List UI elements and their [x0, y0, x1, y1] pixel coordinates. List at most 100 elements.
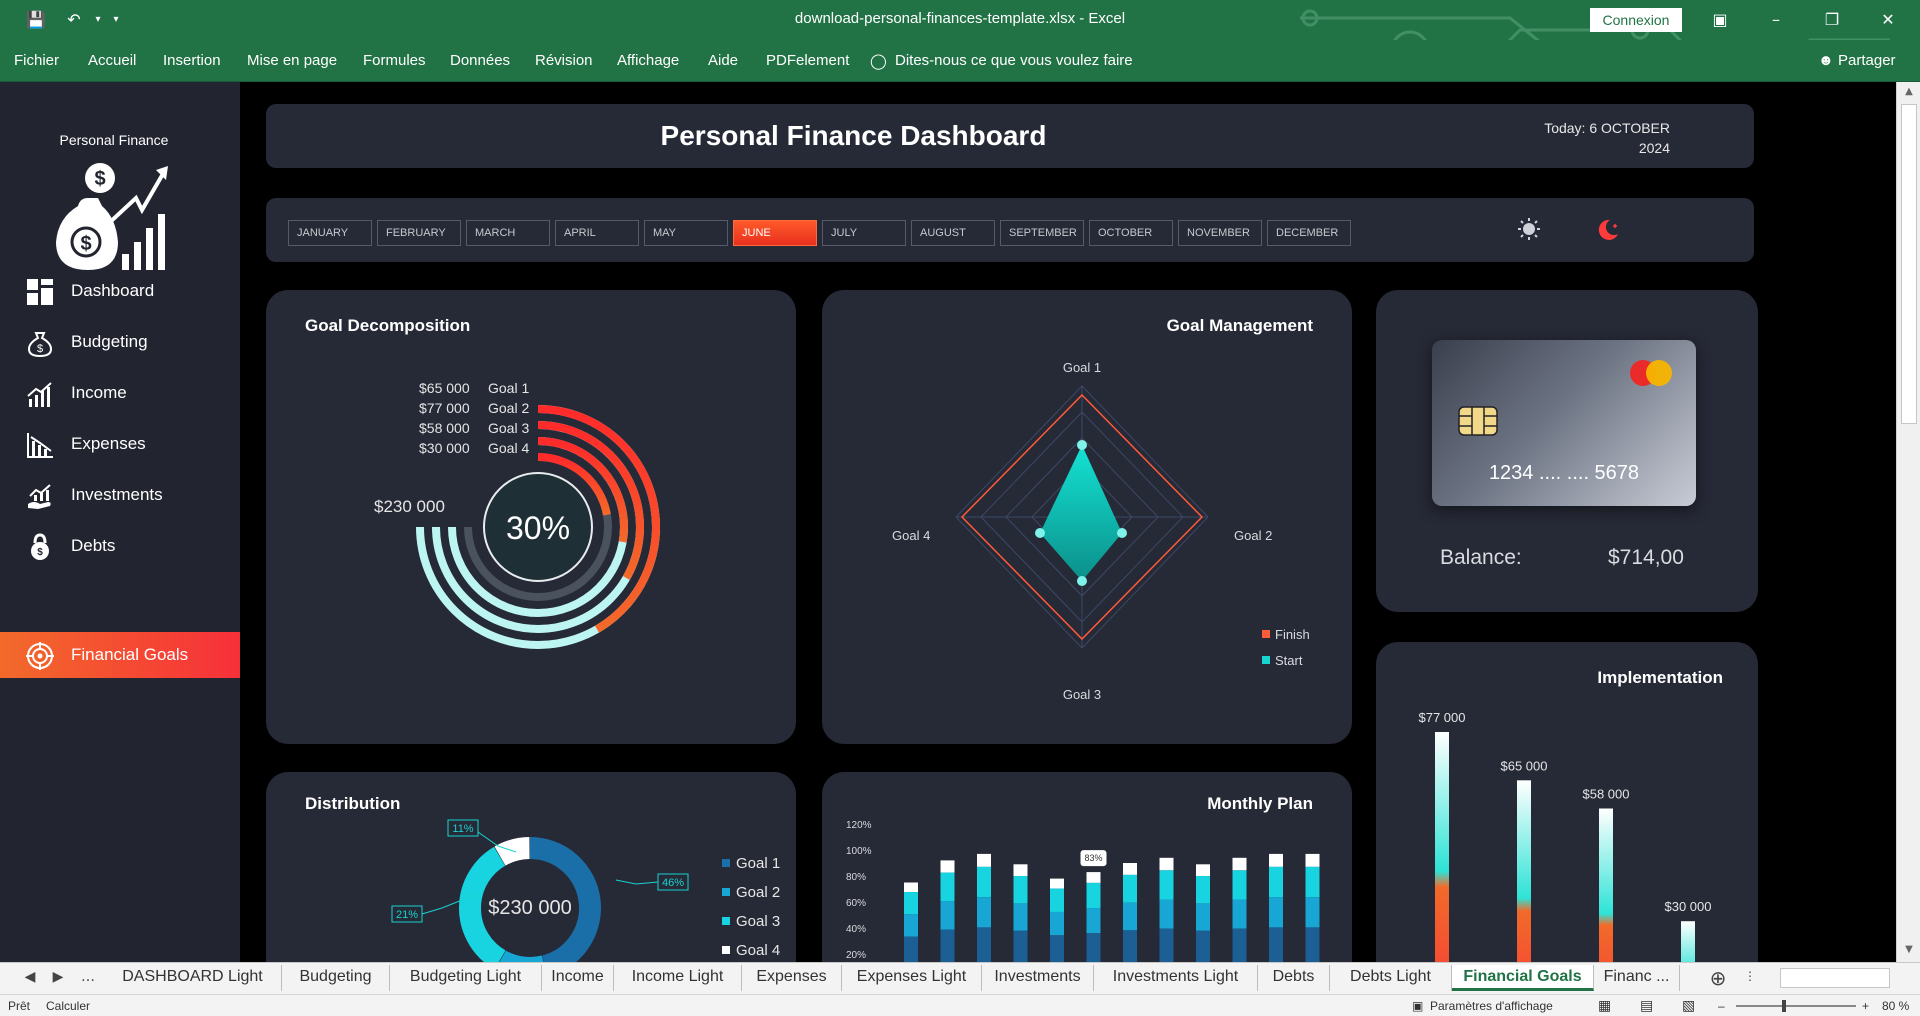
sheet-tab[interactable]: Budgeting — [282, 965, 390, 991]
tab-scroll-right-icon[interactable]: ▶ — [48, 969, 68, 985]
scroll-down-icon[interactable]: ▼ — [1901, 942, 1917, 958]
sidebar-item-financial-goals[interactable]: Financial Goals — [0, 632, 245, 678]
month-button-september[interactable]: SEPTEMBER — [1000, 220, 1084, 246]
zoom-slider[interactable] — [1736, 1000, 1856, 1012]
sidebar-item-investments[interactable]: Investments — [0, 472, 245, 518]
ribbon-tab-home[interactable]: Accueil — [88, 52, 136, 69]
tab-split-handle[interactable]: ⋮ — [1740, 969, 1760, 983]
ribbon-tab-review[interactable]: Révision — [535, 52, 593, 69]
y-tick-label: 20% — [846, 950, 866, 961]
sign-in-button[interactable]: Connexion — [1590, 8, 1682, 32]
monthly-plan-bar-segment — [1232, 899, 1247, 929]
legend-swatch-start — [1262, 656, 1270, 664]
tell-me-search[interactable]: Dites-nous ce que vous voulez faire — [895, 52, 1133, 69]
ribbon-tab-file[interactable]: Fichier — [14, 52, 59, 69]
month-button-april[interactable]: APRIL — [555, 220, 639, 246]
sheet-tab[interactable]: Income Light — [614, 965, 742, 991]
ribbon-tab-formulas[interactable]: Formules — [363, 52, 426, 69]
card-chip-icon — [1458, 406, 1498, 436]
target-icon — [26, 642, 54, 670]
month-button-october[interactable]: OCTOBER — [1089, 220, 1173, 246]
month-button-january[interactable]: JANUARY — [288, 220, 372, 246]
month-button-february[interactable]: FEBRUARY — [377, 220, 461, 246]
sidebar-item-income[interactable]: Income — [0, 370, 245, 416]
scroll-up-icon[interactable]: ▲ — [1901, 84, 1917, 100]
monthly-plan-bar-segment — [977, 897, 991, 928]
month-button-november[interactable]: NOVEMBER — [1178, 220, 1262, 246]
sheet-tab[interactable]: Investments Light — [1094, 965, 1258, 991]
sheet-tab[interactable]: Debts — [1258, 965, 1330, 991]
display-settings-button[interactable]: Paramètres d'affichage — [1430, 999, 1553, 1013]
month-button-july[interactable]: JULY — [822, 220, 906, 246]
normal-view-icon[interactable]: ▦ — [1598, 997, 1611, 1014]
data-label: 21% — [396, 909, 418, 921]
sidebar-item-label: Expenses — [71, 434, 146, 453]
sun-icon[interactable] — [1518, 218, 1540, 240]
sheet-tab[interactable]: Budgeting Light — [390, 965, 542, 991]
sidebar-item-budgeting[interactable]: $ Budgeting — [0, 319, 245, 365]
minimize-icon[interactable]: – — [1758, 6, 1794, 34]
sheet-tab[interactable]: Investments — [982, 965, 1094, 991]
distribution-donut-chart: $230 000 11% 21% 46% Goal 1 Goal 2 Goal … — [391, 819, 780, 962]
display-settings-icon[interactable]: ▣ — [1412, 999, 1423, 1013]
horizontal-scrollbar[interactable] — [1780, 968, 1890, 988]
month-button-may[interactable]: MAY — [644, 220, 728, 246]
sheet-tab[interactable]: Financial Goals — [1452, 965, 1594, 991]
sidebar-item-label: Investments — [71, 485, 163, 504]
sheet-tab-bar: ◀ ▶ … DASHBOARD Light Budgeting Budgeting … — [0, 962, 1920, 994]
monthly-plan-bar-segment — [1123, 930, 1137, 962]
monthly-plan-bar-segment — [1050, 935, 1064, 962]
zoom-in-icon[interactable]: + — [1862, 999, 1869, 1013]
zoom-out-icon[interactable]: – — [1718, 999, 1725, 1013]
monthly-plan-bar-segment — [904, 892, 918, 915]
legend-swatch — [722, 917, 730, 925]
data-label: 11% — [452, 823, 473, 835]
month-button-december[interactable]: DECEMBER — [1267, 220, 1351, 246]
zoom-level[interactable]: 80 % — [1882, 999, 1909, 1013]
sheet-tab[interactable]: Financ ... — [1594, 965, 1680, 991]
more-tabs-icon[interactable]: … — [78, 969, 98, 985]
monthly-plan-bar-segment — [977, 853, 991, 867]
sheet-tab[interactable]: DASHBOARD Light — [104, 965, 282, 991]
implementation-bar — [1599, 808, 1613, 962]
monthly-plan-bar-segment — [940, 929, 955, 962]
zoom-slider-thumb[interactable] — [1782, 1000, 1786, 1012]
vertical-scrollbar[interactable]: ▲ ▼ — [1896, 82, 1920, 962]
sidebar-item-debts[interactable]: $ Debts — [0, 523, 245, 569]
monthly-plan-bar-segment — [1196, 930, 1210, 962]
month-button-march[interactable]: MARCH — [466, 220, 550, 246]
vertical-scroll-thumb[interactable] — [1901, 104, 1917, 424]
sheet-tab[interactable]: Income — [542, 965, 614, 991]
mastercard-logo-icon — [1630, 360, 1672, 386]
restore-icon[interactable]: ❐ — [1814, 6, 1850, 34]
sheet-tab[interactable]: Expenses — [742, 965, 842, 991]
month-button-june[interactable]: JUNE — [733, 220, 817, 246]
sidebar-item-expenses[interactable]: Expenses — [0, 421, 245, 467]
sheet-tab[interactable]: Debts Light — [1330, 965, 1452, 991]
monthly-plan-bar-segment — [1196, 864, 1210, 877]
tab-scroll-left-icon[interactable]: ◀ — [20, 969, 40, 985]
ribbon-display-icon[interactable]: ▣ — [1702, 6, 1738, 34]
share-button[interactable]: Partager — [1838, 52, 1896, 69]
y-tick-label: 40% — [846, 924, 866, 935]
page-layout-view-icon[interactable]: ▤ — [1640, 997, 1653, 1014]
y-tick-label: 80% — [846, 872, 866, 883]
ribbon-tab-page-layout[interactable]: Mise en page — [247, 52, 337, 69]
ribbon-tab-pdfelement[interactable]: PDFelement — [766, 52, 849, 69]
ribbon-tab-view[interactable]: Affichage — [617, 52, 679, 69]
add-sheet-icon[interactable]: ⊕ — [1708, 966, 1728, 990]
ribbon-tab-insert[interactable]: Insertion — [163, 52, 221, 69]
moon-icon[interactable] — [1596, 218, 1620, 242]
month-button-august[interactable]: AUGUST — [911, 220, 995, 246]
close-icon[interactable]: ✕ — [1870, 6, 1906, 34]
page-break-view-icon[interactable]: ▧ — [1682, 997, 1695, 1014]
today-date: Today: 6 OCTOBER 2024 — [1496, 118, 1670, 158]
sidebar-item-label: Income — [71, 383, 127, 402]
data-label: 46% — [662, 877, 684, 889]
ribbon-tab-data[interactable]: Données — [450, 52, 510, 69]
calculate-button[interactable]: Calculer — [46, 999, 90, 1013]
ribbon-tab-help[interactable]: Aide — [708, 52, 738, 69]
sheet-tab[interactable]: Expenses Light — [842, 965, 982, 991]
sidebar-item-dashboard[interactable]: Dashboard — [0, 268, 245, 314]
status-ready: Prêt — [8, 999, 31, 1013]
